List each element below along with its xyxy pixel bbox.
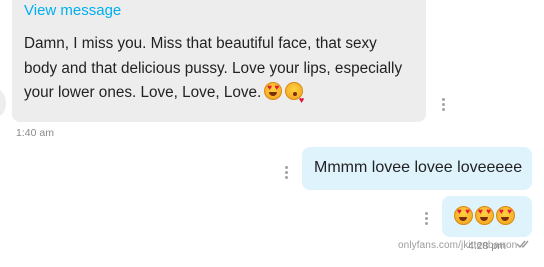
message-body: Damn, I miss you. Miss that beautiful fa… (24, 35, 403, 101)
heart-eyes-emoji-icon (475, 206, 494, 225)
message-timestamp: 1:40 am (16, 127, 54, 139)
double-check-icon (516, 240, 529, 249)
outgoing-timestamp: 4:28 pm (468, 240, 506, 252)
kissing-heart-emoji-icon (285, 82, 304, 113)
outgoing-message-bubble: Mmmm lovee lovee loveeeee (302, 147, 532, 190)
heart-eyes-emoji-icon (454, 206, 473, 225)
message-options-icon[interactable] (436, 98, 450, 114)
view-message-link[interactable]: View message (24, 2, 121, 19)
outgoing-emoji-bubble (442, 196, 532, 237)
message-options-icon[interactable] (279, 166, 293, 182)
incoming-message-text: Damn, I miss you. Miss that beautiful fa… (24, 32, 404, 113)
message-options-icon[interactable] (419, 212, 433, 228)
incoming-message-bubble: View message Damn, I miss you. Miss that… (12, 0, 426, 122)
heart-eyes-emoji-icon (264, 82, 283, 100)
outgoing-message-text: Mmmm lovee lovee loveeeee (314, 159, 523, 176)
heart-eyes-emoji-icon (496, 206, 515, 225)
avatar-edge (0, 90, 6, 116)
